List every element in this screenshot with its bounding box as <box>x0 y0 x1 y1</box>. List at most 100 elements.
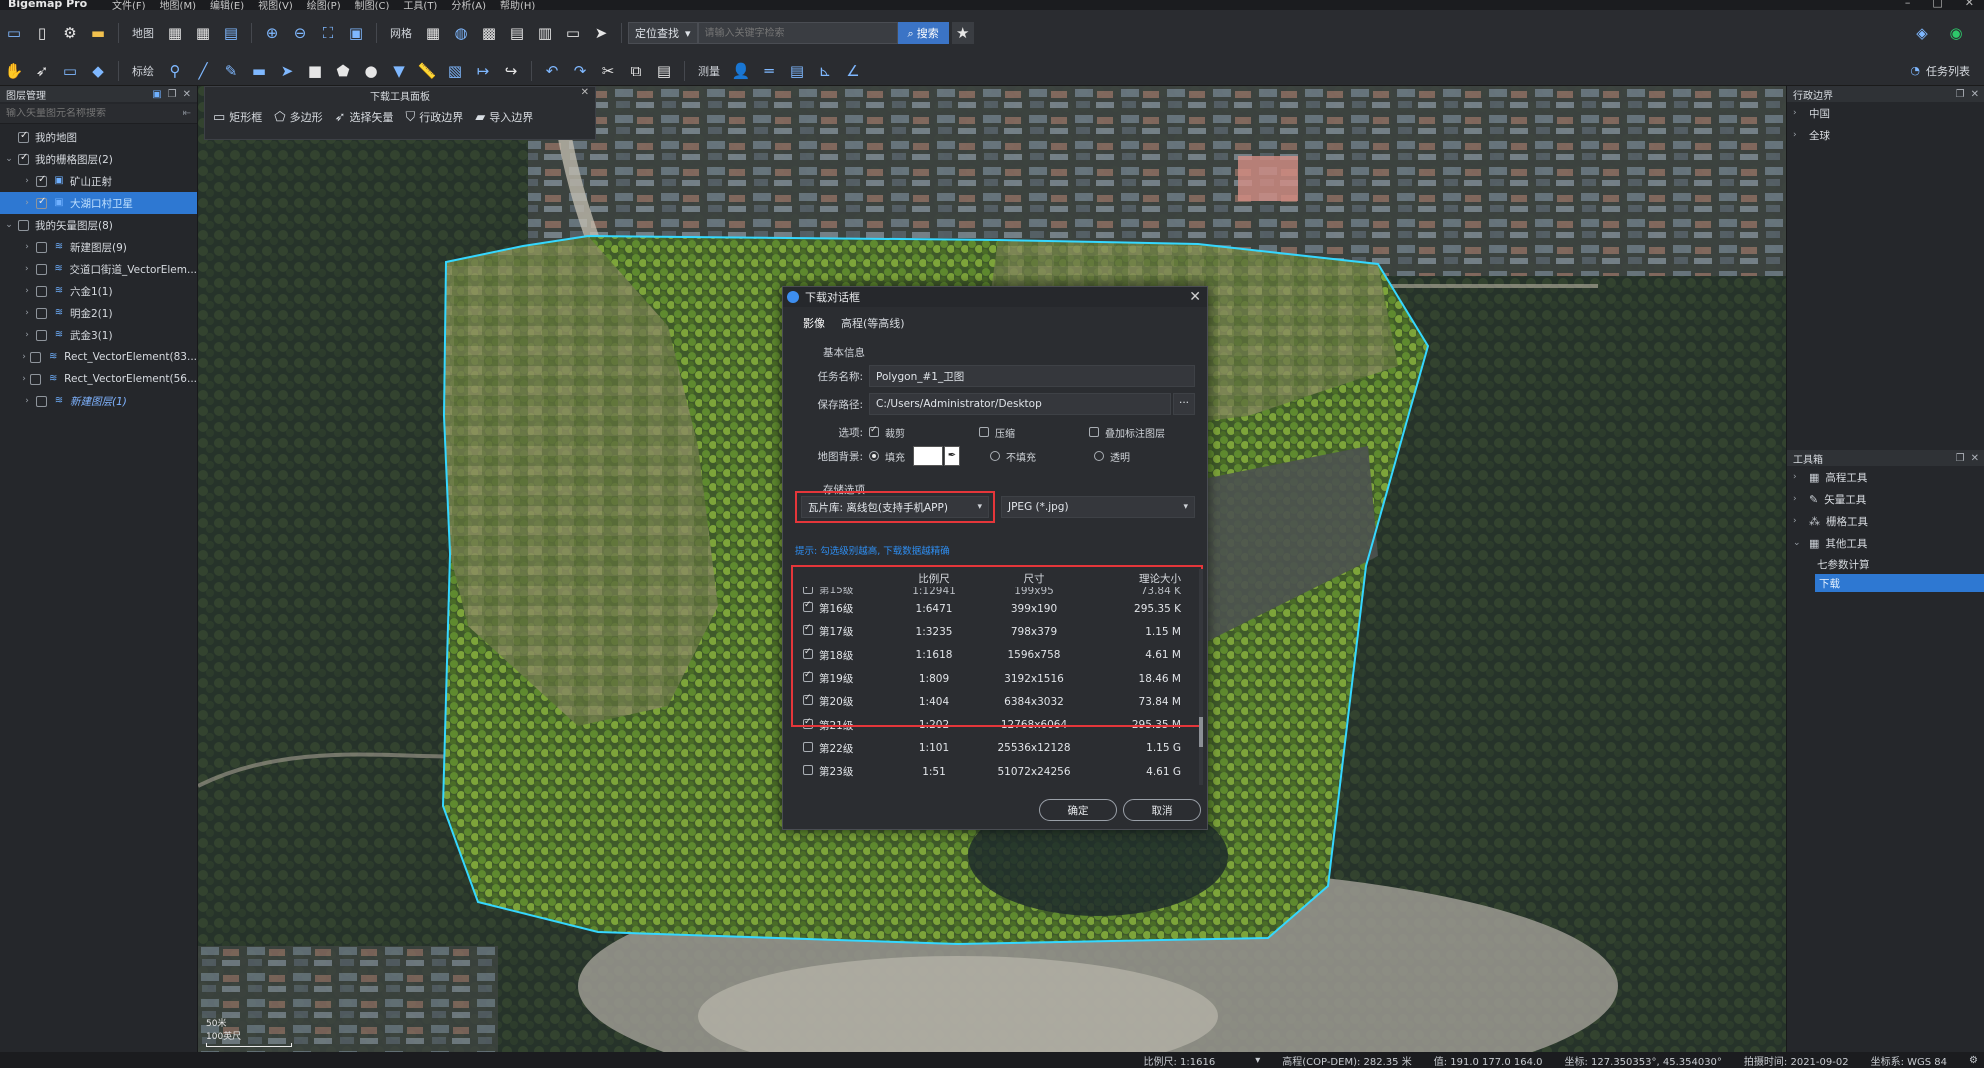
chevron-right-icon[interactable]: › <box>22 396 32 406</box>
layer-visibility-checkbox[interactable] <box>18 152 29 165</box>
annotate-label[interactable]: 标绘 <box>128 60 158 82</box>
layer-visibility-checkbox[interactable] <box>18 130 29 143</box>
chevron-right-icon[interactable]: › <box>22 242 32 252</box>
chevron-right-icon[interactable]: › <box>22 308 32 318</box>
grid-icon[interactable]: ▦ <box>422 22 444 44</box>
layer-tree-item[interactable]: › ≋ Rect_VectorElement(56... <box>0 368 197 390</box>
layer-tree-item[interactable]: › ▣ 矿山正射 <box>0 170 197 192</box>
close-icon[interactable]: ✕ <box>183 89 191 100</box>
globe-icon[interactable]: ◍ <box>450 22 472 44</box>
chevron-right-icon[interactable]: › <box>22 374 26 384</box>
tile-icon[interactable]: ▩ <box>478 22 500 44</box>
fill-color-swatch[interactable] <box>913 446 943 466</box>
tab-elevation[interactable]: 高程(等高线) <box>841 315 905 335</box>
select-arrow-icon[interactable]: ➶ <box>31 60 53 82</box>
layer-tree-item[interactable]: › ≋ 明金2(1) <box>0 302 197 324</box>
table-scrollbar-track[interactable] <box>1199 569 1203 785</box>
layer-visibility-checkbox[interactable] <box>30 373 42 385</box>
rectangle-tool-button[interactable]: ▭ 矩形框 <box>213 109 262 125</box>
close-icon[interactable]: ✕ <box>1965 0 1974 9</box>
redo-icon[interactable]: ↷ <box>569 60 591 82</box>
chevron-down-icon[interactable]: ⌄ <box>4 154 14 164</box>
select-box-icon[interactable]: ▭ <box>59 60 81 82</box>
compress-option[interactable]: 压缩 <box>979 425 1089 440</box>
tool-vector[interactable]: › ✎ 矢量工具 <box>1787 488 1984 510</box>
layer-select-icon[interactable]: ◆ <box>87 60 109 82</box>
angle-icon[interactable]: ∠ <box>842 60 864 82</box>
close-icon[interactable]: ✕ <box>581 87 589 98</box>
chevron-right-icon[interactable]: › <box>22 176 32 186</box>
chevron-right-icon[interactable]: › <box>22 264 32 274</box>
map-source-icon[interactable]: ▦ <box>164 22 186 44</box>
tool-other[interactable]: ⌄ ▦ 其他工具 <box>1787 532 1984 554</box>
layer-visibility-checkbox[interactable] <box>36 395 47 407</box>
screen-icon[interactable]: ▭ <box>562 22 584 44</box>
task-name-input[interactable] <box>869 365 1195 387</box>
table-scrollbar-thumb[interactable] <box>1199 717 1203 747</box>
layer-tree-item[interactable]: 我的地图 <box>0 126 197 148</box>
chevron-right-icon[interactable]: › <box>22 198 32 208</box>
sheet-icon[interactable]: ▥ <box>534 22 556 44</box>
storage-select[interactable]: 瓦片库: 离线包(支持手机APP) ▾ <box>801 496 989 518</box>
tool-seven-param[interactable]: 七参数计算 <box>1787 554 1984 574</box>
measure-label[interactable]: 测量 <box>694 60 724 82</box>
folder-icon[interactable]: ▬ <box>87 22 109 44</box>
layer-visibility-checkbox[interactable] <box>36 285 47 297</box>
float-icon[interactable]: ❐ <box>168 89 177 100</box>
layer-visibility-checkbox[interactable] <box>36 329 47 341</box>
zoom-in-icon[interactable]: ⊕ <box>261 22 283 44</box>
extrude-icon[interactable]: ▧ <box>444 60 466 82</box>
table-row[interactable]: 第22级 1:101 25536x12128 1.15 G <box>795 737 1195 760</box>
layer-tree-item[interactable]: › ≋ 六金1(1) <box>0 280 197 302</box>
send-icon[interactable]: ➤ <box>590 22 612 44</box>
select-vector-button[interactable]: ➶ 选择矢量 <box>335 109 394 125</box>
layer-search-input[interactable] <box>6 108 183 119</box>
search-button[interactable]: ⌕ 搜索 <box>897 22 949 44</box>
polyline-icon[interactable]: ╱ <box>192 60 214 82</box>
chevron-right-icon[interactable]: › <box>22 330 32 340</box>
fill-option[interactable]: 填充 <box>869 449 905 464</box>
locate-combo[interactable]: 定位查找 ▾ <box>628 22 698 44</box>
full-extent-icon[interactable]: ▣ <box>345 22 367 44</box>
distance-icon[interactable]: ═ <box>758 60 780 82</box>
task-list-button[interactable]: 任务列表 <box>1926 63 1970 79</box>
pan-hand-icon[interactable]: ✋ <box>3 60 25 82</box>
layer-tree-item[interactable]: › ≋ 武金3(1) <box>0 324 197 346</box>
table-icon[interactable]: ▤ <box>506 22 528 44</box>
paste-icon[interactable]: ▤ <box>653 60 675 82</box>
nofill-radio[interactable] <box>990 451 1000 461</box>
funnel-icon[interactable]: ▼ <box>388 60 410 82</box>
chevron-right-icon[interactable]: › <box>22 286 32 296</box>
minimize-icon[interactable]: – <box>1905 0 1911 9</box>
shield-icon[interactable]: ◈ <box>1911 22 1933 44</box>
maximize-icon[interactable]: □ <box>1932 0 1942 9</box>
layer-visibility-checkbox[interactable] <box>18 219 29 231</box>
float-icon[interactable]: ❐ <box>1956 89 1965 100</box>
sync-icon[interactable]: ◉ <box>1945 22 1967 44</box>
grid-label[interactable]: 网格 <box>386 22 416 44</box>
row-checkbox[interactable] <box>803 765 813 776</box>
height-icon[interactable]: ⊾ <box>814 60 836 82</box>
table-row[interactable]: 第23级 1:51 51072x24256 4.61 G <box>795 760 1195 783</box>
marker-icon[interactable]: ⚲ <box>164 60 186 82</box>
admin-item-global[interactable]: › 全球 <box>1787 124 1984 146</box>
layer-tree-item[interactable]: › ≋ 交道口街道_VectorElem... <box>0 258 197 280</box>
arrow-shape-icon[interactable]: ➤ <box>276 60 298 82</box>
map-overlay-icon[interactable]: ▦ <box>192 22 214 44</box>
zoom-out-icon[interactable]: ⊖ <box>289 22 311 44</box>
fill-radio[interactable] <box>869 451 879 461</box>
row-checkbox[interactable] <box>803 741 813 752</box>
layer-tree-item[interactable]: › ≋ 新建图层(1) <box>0 390 197 412</box>
copy-icon[interactable]: ⧉ <box>625 60 647 82</box>
layer-tree-item[interactable]: ⌄ 我的矢量图层(8) <box>0 214 197 236</box>
zoom-extent-icon[interactable]: ⛶ <box>317 22 339 44</box>
layer-visibility-checkbox[interactable] <box>30 351 42 363</box>
clip-checkbox[interactable] <box>869 425 879 437</box>
layer-visibility-checkbox[interactable] <box>35 263 47 275</box>
square-icon[interactable]: ■ <box>304 60 326 82</box>
admin-item-china[interactable]: › 中国 <box>1787 102 1984 124</box>
pin-icon[interactable]: ▣ <box>152 89 161 100</box>
tool-download[interactable]: 下载 <box>1815 574 1984 592</box>
map-layer-icon[interactable]: ▤ <box>220 22 242 44</box>
layer-visibility-checkbox[interactable] <box>36 174 47 187</box>
